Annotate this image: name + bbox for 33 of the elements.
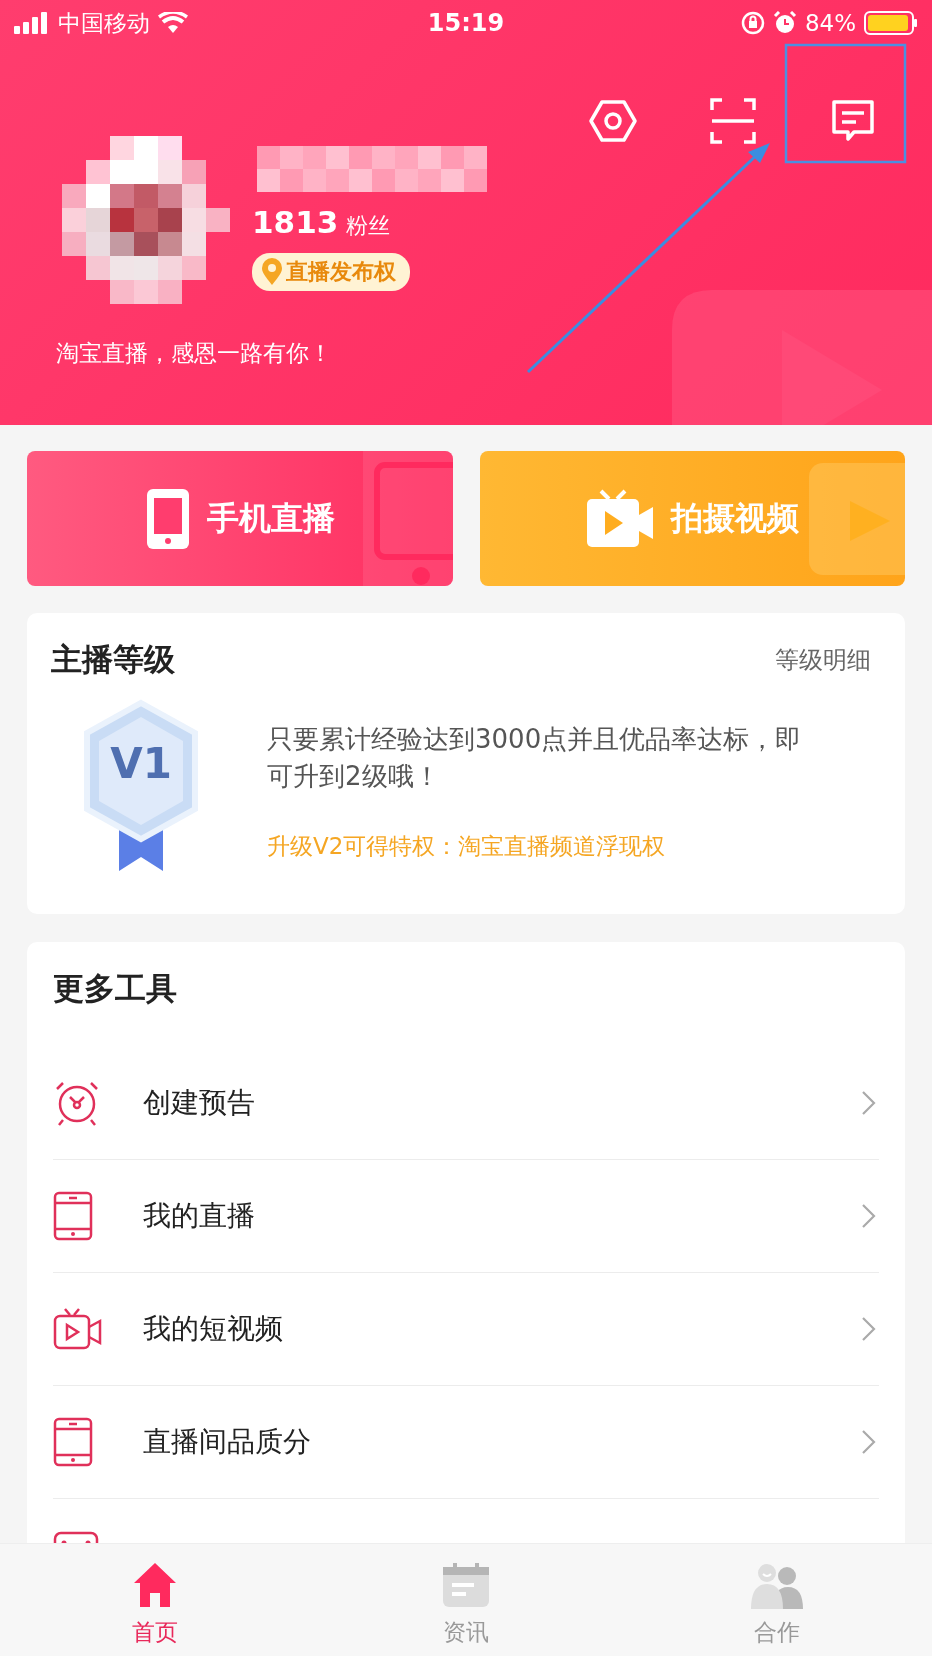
location-pin-icon xyxy=(260,258,284,286)
clock-time: 15:19 xyxy=(427,9,505,37)
tab[interactable]: 首页 xyxy=(0,1544,311,1656)
level-badge-text: V1 xyxy=(109,739,173,788)
scan-icon[interactable] xyxy=(708,96,758,146)
tool-list-item[interactable]: 我的短视频 xyxy=(53,1273,879,1386)
fans-label: 粉丝 xyxy=(346,212,391,240)
card-title: 主播等级 xyxy=(51,640,175,679)
phone-live-button[interactable]: 手机直播 xyxy=(27,451,453,586)
tool-list-item[interactable]: 创建预告 xyxy=(53,1047,879,1160)
calendar-icon xyxy=(441,1563,491,1609)
level-description: 只要累计经验达到3000点并且优品率达标，即可升到2级哦！ xyxy=(267,723,803,793)
rotation-lock-icon xyxy=(740,11,765,35)
slogan-text: 淘宝直播，感恩一路有你！ xyxy=(55,339,333,368)
card-title: 更多工具 xyxy=(53,969,178,1008)
tool-list-item[interactable]: 我的直播 xyxy=(53,1160,879,1273)
level-details-link[interactable]: 等级明细 xyxy=(775,644,871,676)
signal-icon xyxy=(14,12,50,34)
fans-count: 1813 xyxy=(252,204,339,240)
wifi-icon xyxy=(158,12,188,34)
phone-icon xyxy=(53,1417,93,1467)
privilege-badge: 直播发布权 xyxy=(252,253,410,291)
phone-icon xyxy=(53,1191,93,1241)
alarm-icon xyxy=(772,11,797,35)
battery-percent: 84% xyxy=(804,10,856,36)
battery-icon xyxy=(864,11,918,35)
privilege-text: 升级V2可得特权：淘宝直播频道浮现权 xyxy=(267,832,667,861)
tool-list-item[interactable]: 直播间品质分 xyxy=(53,1386,879,1499)
people-icon xyxy=(750,1563,803,1609)
video-camera-icon xyxy=(53,1307,103,1351)
phone-icon xyxy=(144,486,191,551)
tv-play-icon xyxy=(585,488,656,549)
carrier-name: 中国移动 xyxy=(58,8,150,38)
